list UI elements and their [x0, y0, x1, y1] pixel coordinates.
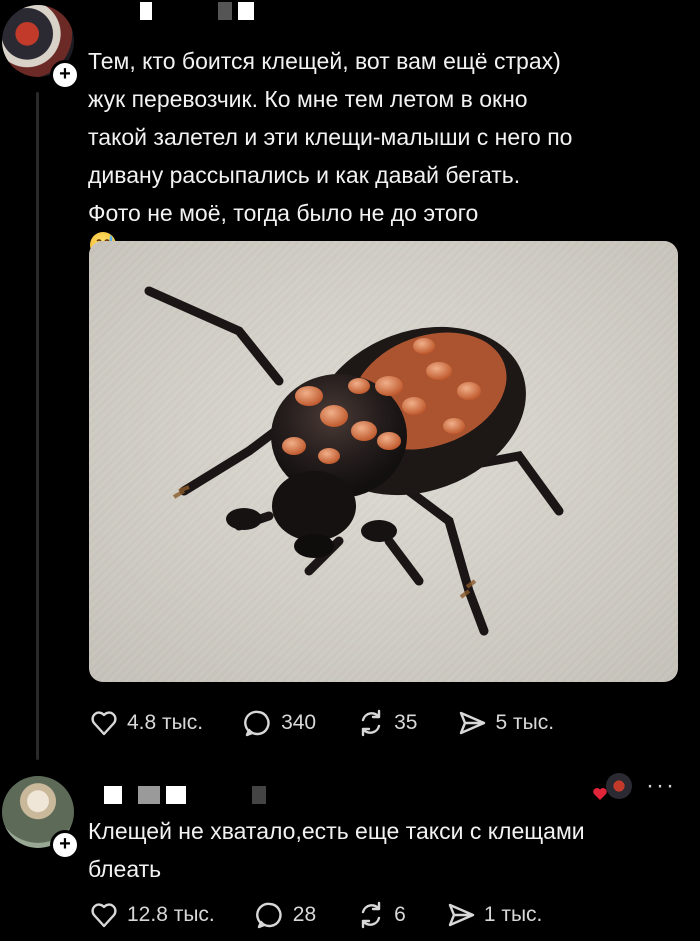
post-line: дивану рассыпались и как давай бегать. — [88, 162, 521, 188]
comment-line: Клещей не хватало,есть еще такси с клеща… — [88, 818, 585, 844]
like-button[interactable]: 4.8 тыс. — [89, 708, 203, 738]
send-icon — [460, 711, 486, 735]
post-line: такой залетел и эти клещи-малыши с него … — [88, 124, 573, 150]
comment-text: Клещей не хватало,есть еще такси с клеща… — [88, 812, 678, 888]
like-button[interactable]: 12.8 тыс. — [89, 900, 215, 930]
liked-by-author-avatar — [606, 773, 632, 799]
reply-button[interactable]: 28 — [255, 900, 316, 930]
repost-button[interactable]: 6 — [356, 900, 406, 930]
comment-actions: 12.8 тыс. 28 6 1 тыс. — [89, 900, 542, 930]
post-line: Тем, кто боится клещей, вот вам ещё стра… — [88, 48, 561, 74]
repost-icon — [361, 901, 381, 929]
reply-count: 28 — [292, 903, 317, 926]
share-button[interactable]: 1 тыс. — [446, 900, 543, 930]
heart-icon — [91, 903, 117, 928]
comment-line: блеать — [88, 856, 162, 882]
beetle-photo-illustration — [89, 241, 678, 682]
comment-bubble-icon — [255, 902, 282, 929]
repost-count: 35 — [394, 711, 418, 734]
follow-plus-icon[interactable]: + — [50, 830, 80, 860]
share-button[interactable]: 5 тыс. — [457, 708, 554, 738]
share-count: 5 тыс. — [495, 711, 555, 734]
post-line: жук перевозчик. Ко мне тем летом в окно — [88, 86, 528, 112]
more-options-icon[interactable]: ··· — [646, 772, 676, 800]
repost-icon — [361, 709, 381, 737]
repost-button[interactable]: 35 — [356, 708, 417, 738]
like-count: 12.8 тыс. — [127, 903, 215, 926]
post-actions: 4.8 тыс. 340 35 5 тыс. — [89, 708, 554, 738]
send-icon — [448, 903, 475, 927]
heart-icon — [91, 711, 117, 736]
follow-plus-icon[interactable]: + — [50, 60, 80, 90]
author-username-redacted[interactable] — [140, 2, 254, 20]
like-count: 4.8 тыс. — [127, 711, 204, 734]
post-text: Тем, кто боится клещей, вот вам ещё стра… — [88, 42, 668, 258]
thread-line — [36, 92, 39, 760]
commenter-username-redacted[interactable] — [104, 786, 266, 804]
reply-count: 340 — [281, 711, 317, 734]
repost-count: 6 — [394, 903, 406, 926]
reply-button[interactable]: 340 — [243, 708, 316, 738]
share-count: 1 тыс. — [483, 903, 543, 926]
post-photo[interactable] — [89, 241, 678, 682]
comment-bubble-icon — [244, 710, 270, 737]
